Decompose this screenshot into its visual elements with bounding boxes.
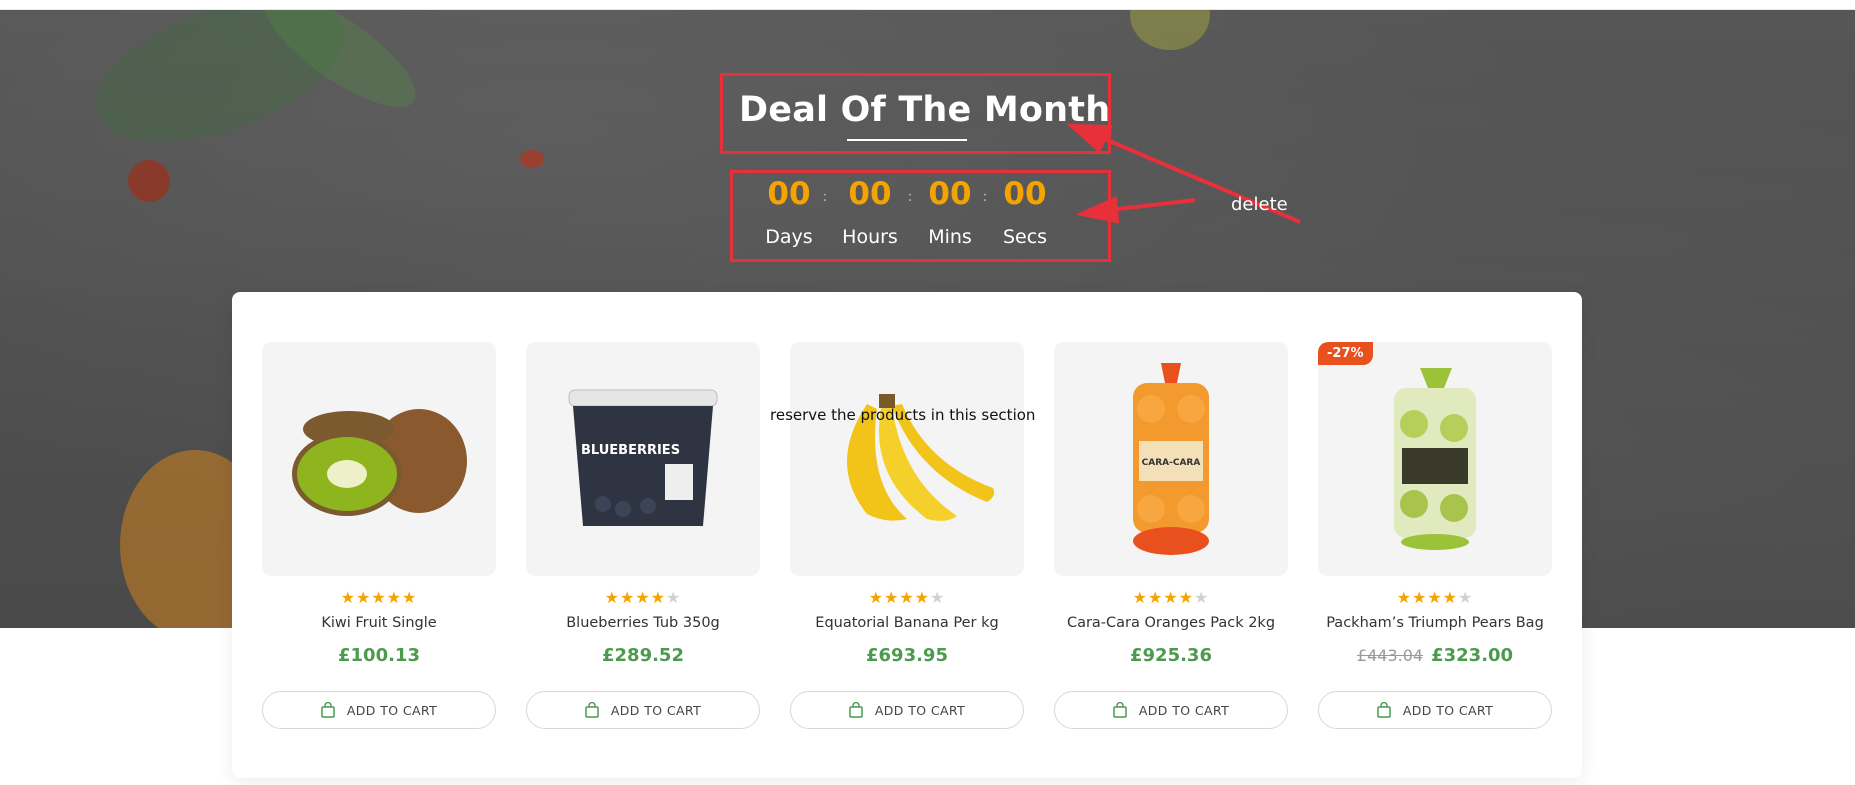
star-icon: ★ xyxy=(619,588,636,607)
product-image[interactable] xyxy=(790,342,1024,576)
product-image[interactable]: CARA-CARA xyxy=(1054,342,1288,576)
add-to-cart-button[interactable]: ADD TO CART xyxy=(1318,691,1552,729)
star-icon: ★ xyxy=(930,588,946,607)
star-icon: ★ xyxy=(355,588,372,607)
add-to-cart-button[interactable]: ADD TO CART xyxy=(1054,691,1288,729)
product-name[interactable]: Kiwi Fruit Single xyxy=(262,615,496,631)
product-card[interactable]: ★★★★★ Kiwi Fruit Single £100.13 ADD TO C… xyxy=(262,342,496,729)
star-icon: ★ xyxy=(371,588,387,607)
star-icon: ★ xyxy=(1411,588,1428,607)
shopping-bag-icon xyxy=(321,702,335,718)
rating-stars: ★★★★★ xyxy=(1318,588,1552,608)
rating-stars: ★★★★★ xyxy=(1054,588,1288,608)
star-icon: ★ xyxy=(1442,588,1459,607)
pears-bag-image xyxy=(1394,368,1476,550)
star-icon: ★ xyxy=(1178,588,1195,607)
star-icon: ★ xyxy=(1132,588,1148,607)
product-price: £289.52 xyxy=(526,645,760,666)
current-price: £925.36 xyxy=(1130,645,1212,666)
star-icon: ★ xyxy=(340,588,356,607)
kiwi-image xyxy=(292,409,467,516)
add-to-cart-label: ADD TO CART xyxy=(346,702,438,718)
star-icon: ★ xyxy=(650,588,667,607)
add-to-cart-button[interactable]: ADD TO CART xyxy=(790,691,1024,729)
product-image[interactable]: -27% xyxy=(1318,342,1552,576)
product-name[interactable]: Blueberries Tub 350g xyxy=(526,615,760,631)
star-icon: ★ xyxy=(868,588,884,607)
product-price: £100.13 xyxy=(262,645,496,666)
star-icon: ★ xyxy=(386,588,403,607)
star-icon: ★ xyxy=(883,588,900,607)
current-price: £100.13 xyxy=(338,645,420,666)
add-to-cart-label: ADD TO CART xyxy=(874,702,966,718)
star-icon: ★ xyxy=(1427,588,1443,607)
product-image[interactable] xyxy=(262,342,496,576)
current-price: £693.95 xyxy=(866,645,948,666)
oranges-packaging-text: CARA-CARA xyxy=(1142,458,1201,468)
product-card[interactable]: -27% ★★★★★ Packham’s Triumph Pears Bag £… xyxy=(1318,342,1552,729)
add-to-cart-button[interactable]: ADD TO CART xyxy=(262,691,496,729)
annotation-delete-text: delete xyxy=(1231,194,1288,215)
blueberries-packaging-text: BLUEBERRIES xyxy=(581,443,680,458)
oranges-bag-image: CARA-CARA xyxy=(1133,363,1209,555)
star-icon: ★ xyxy=(1147,588,1164,607)
add-to-cart-label: ADD TO CART xyxy=(1402,702,1494,718)
rating-stars: ★★★★★ xyxy=(526,588,760,608)
star-icon: ★ xyxy=(1194,588,1210,607)
add-to-cart-label: ADD TO CART xyxy=(610,702,702,718)
product-card[interactable]: BLUEBERRIES ★★★★★ Blueberries Tub 350g £… xyxy=(526,342,760,729)
star-icon: ★ xyxy=(1458,588,1474,607)
product-name[interactable]: Equatorial Banana Per kg xyxy=(790,615,1024,631)
rating-stars: ★★★★★ xyxy=(262,588,496,608)
current-price: £323.00 xyxy=(1431,645,1514,666)
old-price: £443.04 xyxy=(1356,646,1424,665)
star-icon: ★ xyxy=(666,588,682,607)
product-price: £443.04 £323.00 xyxy=(1318,645,1552,666)
current-price: £289.52 xyxy=(602,645,684,666)
star-icon: ★ xyxy=(635,588,651,607)
shopping-bag-icon xyxy=(585,702,599,718)
product-image[interactable]: BLUEBERRIES xyxy=(526,342,760,576)
star-icon: ★ xyxy=(402,588,418,607)
star-icon: ★ xyxy=(1163,588,1179,607)
shopping-bag-icon xyxy=(1377,702,1391,718)
shopping-bag-icon xyxy=(1113,702,1127,718)
discount-badge: -27% xyxy=(1318,342,1373,365)
product-name[interactable]: Cara-Cara Oranges Pack 2kg xyxy=(1054,615,1288,631)
product-card[interactable]: CARA-CARA ★★★★★ Cara-Cara Oranges Pack 2… xyxy=(1054,342,1288,729)
star-icon: ★ xyxy=(899,588,915,607)
star-icon: ★ xyxy=(604,588,620,607)
blueberries-tub-image: BLUEBERRIES xyxy=(568,389,718,526)
rating-stars: ★★★★★ xyxy=(790,588,1024,608)
star-icon: ★ xyxy=(914,588,931,607)
add-to-cart-label: ADD TO CART xyxy=(1138,702,1230,718)
product-price: £925.36 xyxy=(1054,645,1288,666)
product-card[interactable]: ★★★★★ Equatorial Banana Per kg £693.95 A… xyxy=(790,342,1024,729)
add-to-cart-button[interactable]: ADD TO CART xyxy=(526,691,760,729)
star-icon: ★ xyxy=(1396,588,1412,607)
annotation-reserve-text: reserve the products in this section xyxy=(770,406,1036,424)
product-price: £693.95 xyxy=(790,645,1024,666)
product-name[interactable]: Packham’s Triumph Pears Bag xyxy=(1318,615,1552,631)
shopping-bag-icon xyxy=(849,702,863,718)
